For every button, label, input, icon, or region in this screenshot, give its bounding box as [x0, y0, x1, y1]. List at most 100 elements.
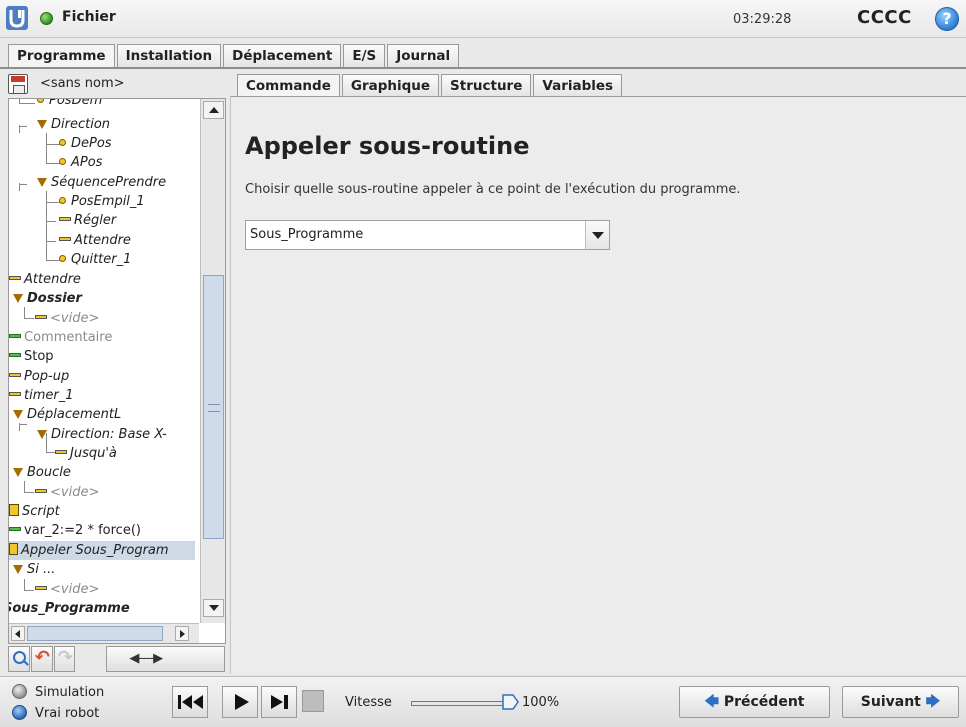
- expand-triangle-icon: [13, 410, 23, 419]
- help-icon[interactable]: ?: [935, 7, 959, 31]
- tab-deplacement[interactable]: Déplacement: [223, 44, 342, 68]
- tab-es[interactable]: E/S: [343, 44, 386, 68]
- tree-node[interactable]: Direction: Base X-: [37, 425, 167, 444]
- tree-node[interactable]: Commentaire: [9, 328, 112, 347]
- tab-journal[interactable]: Journal: [387, 44, 460, 68]
- tree-node[interactable]: Script: [9, 502, 60, 521]
- tree-connector: [46, 202, 60, 203]
- scroll-left-icon[interactable]: [11, 626, 25, 641]
- subroutine-select[interactable]: Sous_Programme: [245, 220, 610, 250]
- rewind-button[interactable]: [172, 686, 208, 718]
- move-node-icon[interactable]: [106, 646, 226, 672]
- file-menu[interactable]: Fichier: [62, 9, 116, 25]
- tree-node[interactable]: Sous_Programme: [9, 599, 130, 618]
- tree-node[interactable]: <vide>: [35, 483, 99, 502]
- tree-node-label: <vide>: [50, 485, 100, 500]
- mode-real-robot[interactable]: Vrai robot: [12, 705, 99, 721]
- next-button[interactable]: Suivant 🡆: [842, 686, 959, 718]
- robot-name: CCCC: [857, 7, 912, 28]
- command-node-icon: [35, 315, 47, 319]
- tree-connector: [19, 424, 27, 425]
- tree-node-label: SéquencePrendre: [51, 175, 167, 190]
- tree-node-label: Dossier: [27, 291, 82, 306]
- previous-button[interactable]: 🡄 Précédent: [679, 686, 830, 718]
- call-subroutine-icon: [9, 543, 18, 555]
- scroll-up-icon[interactable]: [203, 101, 224, 119]
- next-button-label: Suivant: [860, 694, 921, 710]
- sub-tabs: Commande Graphique Structure Variables: [237, 74, 624, 97]
- tree-node[interactable]: PosEmpil_1: [59, 192, 145, 211]
- scroll-thumb-horizontal[interactable]: [27, 626, 163, 641]
- tree-node-label: Direction: Base X-: [51, 427, 167, 442]
- scroll-thumb[interactable]: [203, 275, 224, 539]
- tree-node[interactable]: Boucle: [13, 463, 71, 482]
- redo-icon[interactable]: [53, 646, 76, 672]
- tree-node-label: APos: [71, 155, 103, 170]
- command-node-icon: [55, 450, 67, 454]
- command-node-icon: [9, 373, 21, 377]
- tree-node[interactable]: Jusqu'à: [55, 444, 117, 463]
- tab-programme[interactable]: Programme: [8, 44, 115, 68]
- tree-node[interactable]: Attendre: [59, 231, 131, 250]
- tree-connector: [24, 492, 34, 493]
- tree-node-label: Stop: [24, 349, 54, 364]
- tree-node-label: Attendre: [74, 233, 131, 248]
- scroll-down-icon[interactable]: [203, 599, 224, 617]
- mode-simulation[interactable]: Simulation: [12, 684, 104, 700]
- scroll-right-icon[interactable]: [175, 626, 189, 641]
- speed-slider-handle[interactable]: [500, 693, 520, 711]
- tree-connector: [24, 590, 34, 591]
- simulation-radio-icon[interactable]: [12, 684, 27, 699]
- waypoint-icon: [59, 255, 66, 262]
- tree-node[interactable]: Stop: [9, 347, 54, 366]
- tree-node[interactable]: Dossier: [13, 289, 82, 308]
- command-node-icon: [35, 489, 47, 493]
- tree-node[interactable]: timer_1: [9, 386, 74, 405]
- waypoint-icon: [37, 99, 44, 103]
- tab-divider: [0, 67, 966, 69]
- waypoint-icon: [59, 158, 66, 165]
- tree-node[interactable]: DéplacementL: [13, 405, 121, 424]
- tree-connector: [19, 184, 27, 185]
- tab-variables[interactable]: Variables: [533, 74, 623, 97]
- tree-node[interactable]: PosDem: [37, 99, 102, 110]
- arrow-left-icon: 🡄: [704, 694, 719, 710]
- tree-node[interactable]: APos: [59, 153, 102, 172]
- tree-node[interactable]: DePos: [59, 134, 112, 153]
- step-button[interactable]: [261, 686, 297, 718]
- save-icon[interactable]: [8, 74, 28, 94]
- tree-node[interactable]: <vide>: [35, 580, 99, 599]
- tree-node[interactable]: Direction: [37, 115, 110, 134]
- speed-label: Vitesse: [345, 695, 392, 710]
- undo-icon[interactable]: [30, 646, 53, 672]
- tree-connector: [19, 126, 27, 127]
- tree-vertical-scrollbar[interactable]: [200, 99, 225, 623]
- speed-slider[interactable]: [411, 701, 511, 706]
- tab-structure[interactable]: Structure: [441, 74, 532, 97]
- play-button[interactable]: [222, 686, 258, 718]
- page-title: Appeler sous-routine: [245, 132, 530, 160]
- stop-icon[interactable]: [302, 690, 324, 712]
- tree-node[interactable]: Si ...: [13, 560, 55, 579]
- tree-node[interactable]: Attendre: [9, 270, 81, 289]
- tree-node[interactable]: var_2:=2 * force(): [9, 521, 141, 540]
- tab-installation[interactable]: Installation: [116, 44, 222, 68]
- play-icon: [235, 694, 249, 710]
- tree-node[interactable]: Régler: [59, 211, 116, 230]
- previous-button-label: Précédent: [723, 694, 805, 710]
- robot-status-icon: [40, 12, 53, 25]
- tree-node[interactable]: SéquencePrendre: [37, 173, 166, 192]
- real-robot-radio-icon[interactable]: [12, 705, 27, 720]
- command-panel: Appeler sous-routine Choisir quelle sous…: [230, 96, 966, 674]
- speed-value: 100%: [522, 695, 560, 710]
- tree-node[interactable]: Quitter_1: [59, 250, 131, 269]
- tab-commande[interactable]: Commande: [237, 74, 340, 97]
- tree-horizontal-scrollbar[interactable]: [9, 623, 199, 643]
- program-tree[interactable]: PosDem Direction DePos APos SéquencePrendre P…: [8, 98, 226, 644]
- chevron-down-icon[interactable]: [585, 221, 609, 249]
- tree-node[interactable]: <vide>: [35, 309, 99, 328]
- search-icon[interactable]: [8, 646, 30, 672]
- tree-node[interactable]: Appeler Sous_Program: [9, 541, 195, 560]
- tree-node[interactable]: Pop-up: [9, 367, 69, 386]
- tab-graphique[interactable]: Graphique: [341, 74, 440, 97]
